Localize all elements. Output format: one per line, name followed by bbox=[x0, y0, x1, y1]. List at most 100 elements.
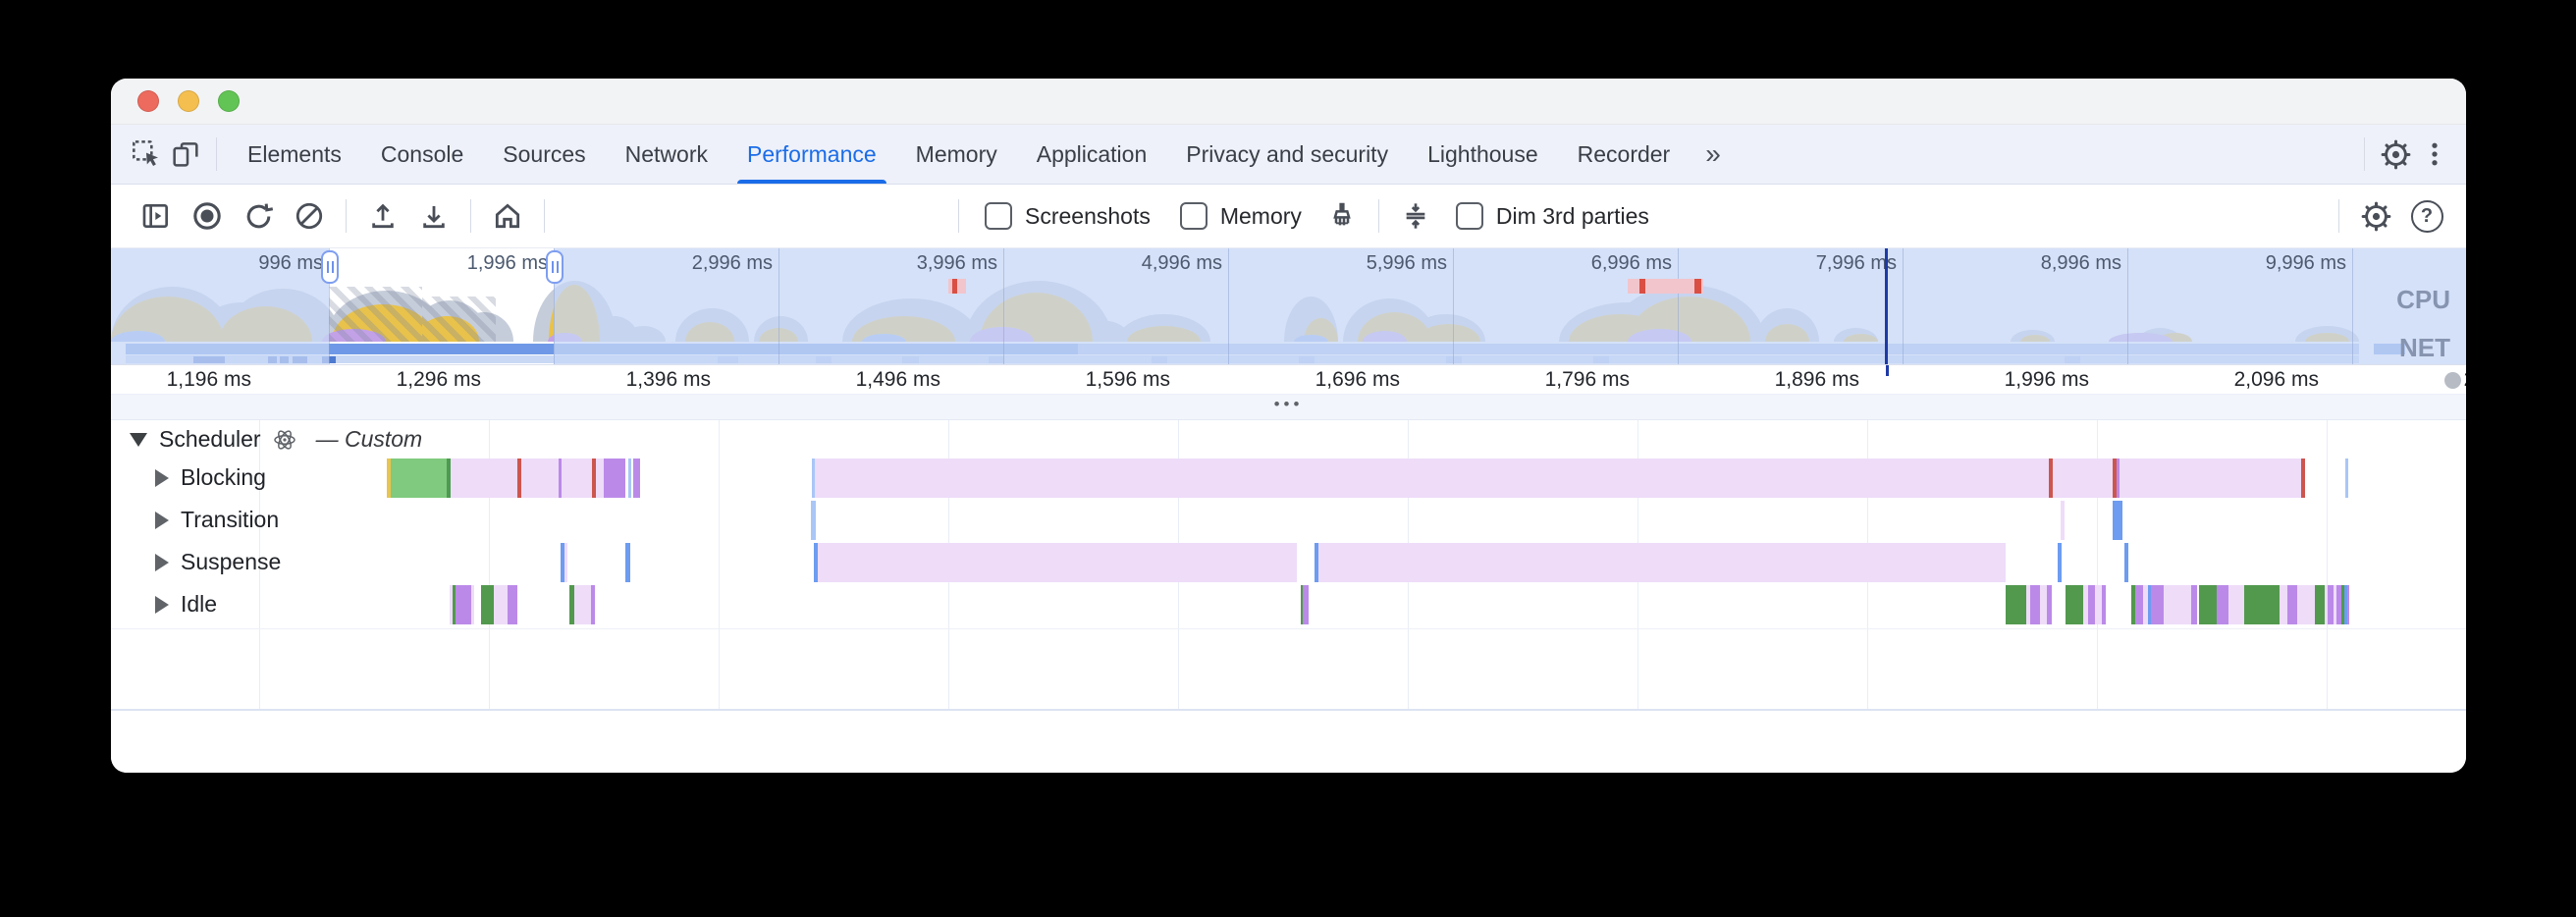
flame-bar[interactable] bbox=[604, 458, 625, 498]
track-row-blocking[interactable]: Blocking bbox=[155, 464, 266, 491]
flame-bar[interactable] bbox=[1303, 585, 1309, 624]
tab-privacy-and-security[interactable]: Privacy and security bbox=[1166, 125, 1408, 184]
compress-icon[interactable] bbox=[1396, 196, 1435, 236]
scrollbar-thumb[interactable] bbox=[2444, 372, 2461, 389]
flame-bar[interactable] bbox=[2049, 458, 2053, 498]
tab-memory[interactable]: Memory bbox=[896, 125, 1017, 184]
flame-bar[interactable] bbox=[2191, 585, 2197, 624]
track-row-idle[interactable]: Idle bbox=[155, 591, 217, 618]
flame-bar[interactable] bbox=[591, 585, 595, 624]
flame-chart-tracks[interactable]: Scheduler— Custom Blocking Transition Suspe… bbox=[111, 420, 2466, 709]
flame-bar[interactable] bbox=[596, 458, 604, 498]
flame-bar[interactable] bbox=[811, 501, 816, 540]
collect-garbage-icon[interactable] bbox=[1322, 196, 1362, 236]
panel-resize-handle[interactable]: ••• bbox=[111, 395, 2466, 420]
tab-lighthouse[interactable]: Lighthouse bbox=[1408, 125, 1558, 184]
flame-bar[interactable] bbox=[391, 458, 447, 498]
flame-bar[interactable] bbox=[2117, 458, 2120, 498]
flame-bar[interactable] bbox=[559, 458, 562, 498]
checkbox-box[interactable] bbox=[985, 202, 1012, 230]
flame-bar[interactable] bbox=[2006, 585, 2026, 624]
download-icon[interactable] bbox=[414, 196, 454, 236]
flame-bar[interactable] bbox=[1318, 543, 2006, 582]
flame-bar[interactable] bbox=[2047, 585, 2052, 624]
inspect-icon[interactable] bbox=[127, 135, 166, 174]
flame-bar[interactable] bbox=[2088, 585, 2095, 624]
flame-bar[interactable] bbox=[2280, 585, 2287, 624]
flame-bar[interactable] bbox=[2030, 585, 2040, 624]
flame-bar[interactable] bbox=[2151, 585, 2164, 624]
more-options-kebab-icon[interactable] bbox=[2415, 135, 2454, 174]
flame-bar[interactable] bbox=[2061, 501, 2065, 540]
timeline-overview-minimap[interactable]: 996 ms1,996 ms2,996 ms3,996 ms4,996 ms5,… bbox=[111, 248, 2466, 365]
flame-bar[interactable] bbox=[2217, 585, 2228, 624]
reload-icon[interactable] bbox=[239, 196, 278, 236]
flame-bar[interactable] bbox=[2297, 585, 2315, 624]
flame-bar[interactable] bbox=[633, 458, 640, 498]
expand-arrow-icon[interactable] bbox=[155, 469, 169, 487]
flame-bar[interactable] bbox=[2199, 585, 2217, 624]
long-task-marker[interactable] bbox=[948, 279, 966, 294]
flame-bar[interactable] bbox=[508, 585, 517, 624]
tab-network[interactable]: Network bbox=[606, 125, 727, 184]
toggle-sidebar-icon[interactable] bbox=[136, 196, 176, 236]
upload-icon[interactable] bbox=[363, 196, 402, 236]
flame-bar[interactable] bbox=[517, 458, 521, 498]
settings-gear-icon[interactable] bbox=[2376, 135, 2415, 174]
flame-bar[interactable] bbox=[625, 543, 630, 582]
playhead-line[interactable] bbox=[1885, 248, 1888, 364]
help-icon[interactable]: ? bbox=[2407, 196, 2446, 236]
record-icon[interactable] bbox=[188, 196, 227, 236]
close-button[interactable] bbox=[137, 90, 159, 112]
flame-bar[interactable] bbox=[451, 458, 592, 498]
checkbox-box[interactable] bbox=[1180, 202, 1208, 230]
long-task-marker[interactable] bbox=[1628, 279, 1703, 294]
tab-elements[interactable]: Elements bbox=[228, 125, 361, 184]
memory-checkbox[interactable]: Memory bbox=[1180, 202, 1302, 230]
flame-bar[interactable] bbox=[2066, 585, 2083, 624]
tab-recorder[interactable]: Recorder bbox=[1558, 125, 1690, 184]
flame-bar[interactable] bbox=[2244, 585, 2280, 624]
window-titlebar[interactable] bbox=[111, 79, 2466, 125]
capture-settings-gear-icon[interactable] bbox=[2356, 196, 2395, 236]
screenshots-checkbox[interactable]: Screenshots bbox=[985, 202, 1151, 230]
minimize-button[interactable] bbox=[178, 90, 199, 112]
flame-bar[interactable] bbox=[2040, 585, 2047, 624]
selection-handle-right[interactable] bbox=[546, 250, 564, 284]
flame-bar[interactable] bbox=[818, 543, 1297, 582]
flame-bar[interactable] bbox=[564, 543, 567, 582]
track-group-header-scheduler[interactable]: Scheduler— Custom bbox=[130, 426, 422, 453]
flame-bar[interactable] bbox=[2345, 458, 2348, 498]
flame-bar[interactable] bbox=[2315, 585, 2325, 624]
track-row-suspense[interactable]: Suspense bbox=[155, 549, 281, 575]
more-tabs-icon[interactable]: » bbox=[1690, 138, 1737, 170]
checkbox-box[interactable] bbox=[1456, 202, 1483, 230]
home-icon[interactable] bbox=[488, 196, 527, 236]
flame-bar[interactable] bbox=[456, 585, 471, 624]
expand-arrow-icon[interactable] bbox=[155, 596, 169, 614]
dim-3rd-parties-checkbox[interactable]: Dim 3rd parties bbox=[1456, 202, 1649, 230]
expand-arrow-icon[interactable] bbox=[155, 554, 169, 571]
flame-bar[interactable] bbox=[2058, 543, 2062, 582]
flame-bar[interactable] bbox=[2164, 585, 2191, 624]
flame-bar[interactable] bbox=[2095, 585, 2102, 624]
flame-bar[interactable] bbox=[494, 585, 508, 624]
flame-bar[interactable] bbox=[2135, 585, 2143, 624]
selection-handle-left[interactable] bbox=[321, 250, 339, 284]
clear-icon[interactable] bbox=[290, 196, 329, 236]
flame-bar[interactable] bbox=[2287, 585, 2297, 624]
expand-arrow-icon[interactable] bbox=[155, 512, 169, 529]
device-toolbar-icon[interactable] bbox=[166, 135, 205, 174]
tab-performance[interactable]: Performance bbox=[727, 125, 896, 184]
tab-application[interactable]: Application bbox=[1017, 125, 1167, 184]
tab-console[interactable]: Console bbox=[361, 125, 483, 184]
flame-bar[interactable] bbox=[815, 458, 2305, 498]
flame-bar[interactable] bbox=[628, 458, 631, 498]
flame-bar[interactable] bbox=[471, 585, 474, 624]
track-row-transition[interactable]: Transition bbox=[155, 507, 279, 533]
flame-bar[interactable] bbox=[2301, 458, 2305, 498]
flame-bar[interactable] bbox=[2228, 585, 2244, 624]
collapse-arrow-icon[interactable] bbox=[130, 433, 147, 447]
zoom-button[interactable] bbox=[218, 90, 240, 112]
flame-bar[interactable] bbox=[481, 585, 494, 624]
